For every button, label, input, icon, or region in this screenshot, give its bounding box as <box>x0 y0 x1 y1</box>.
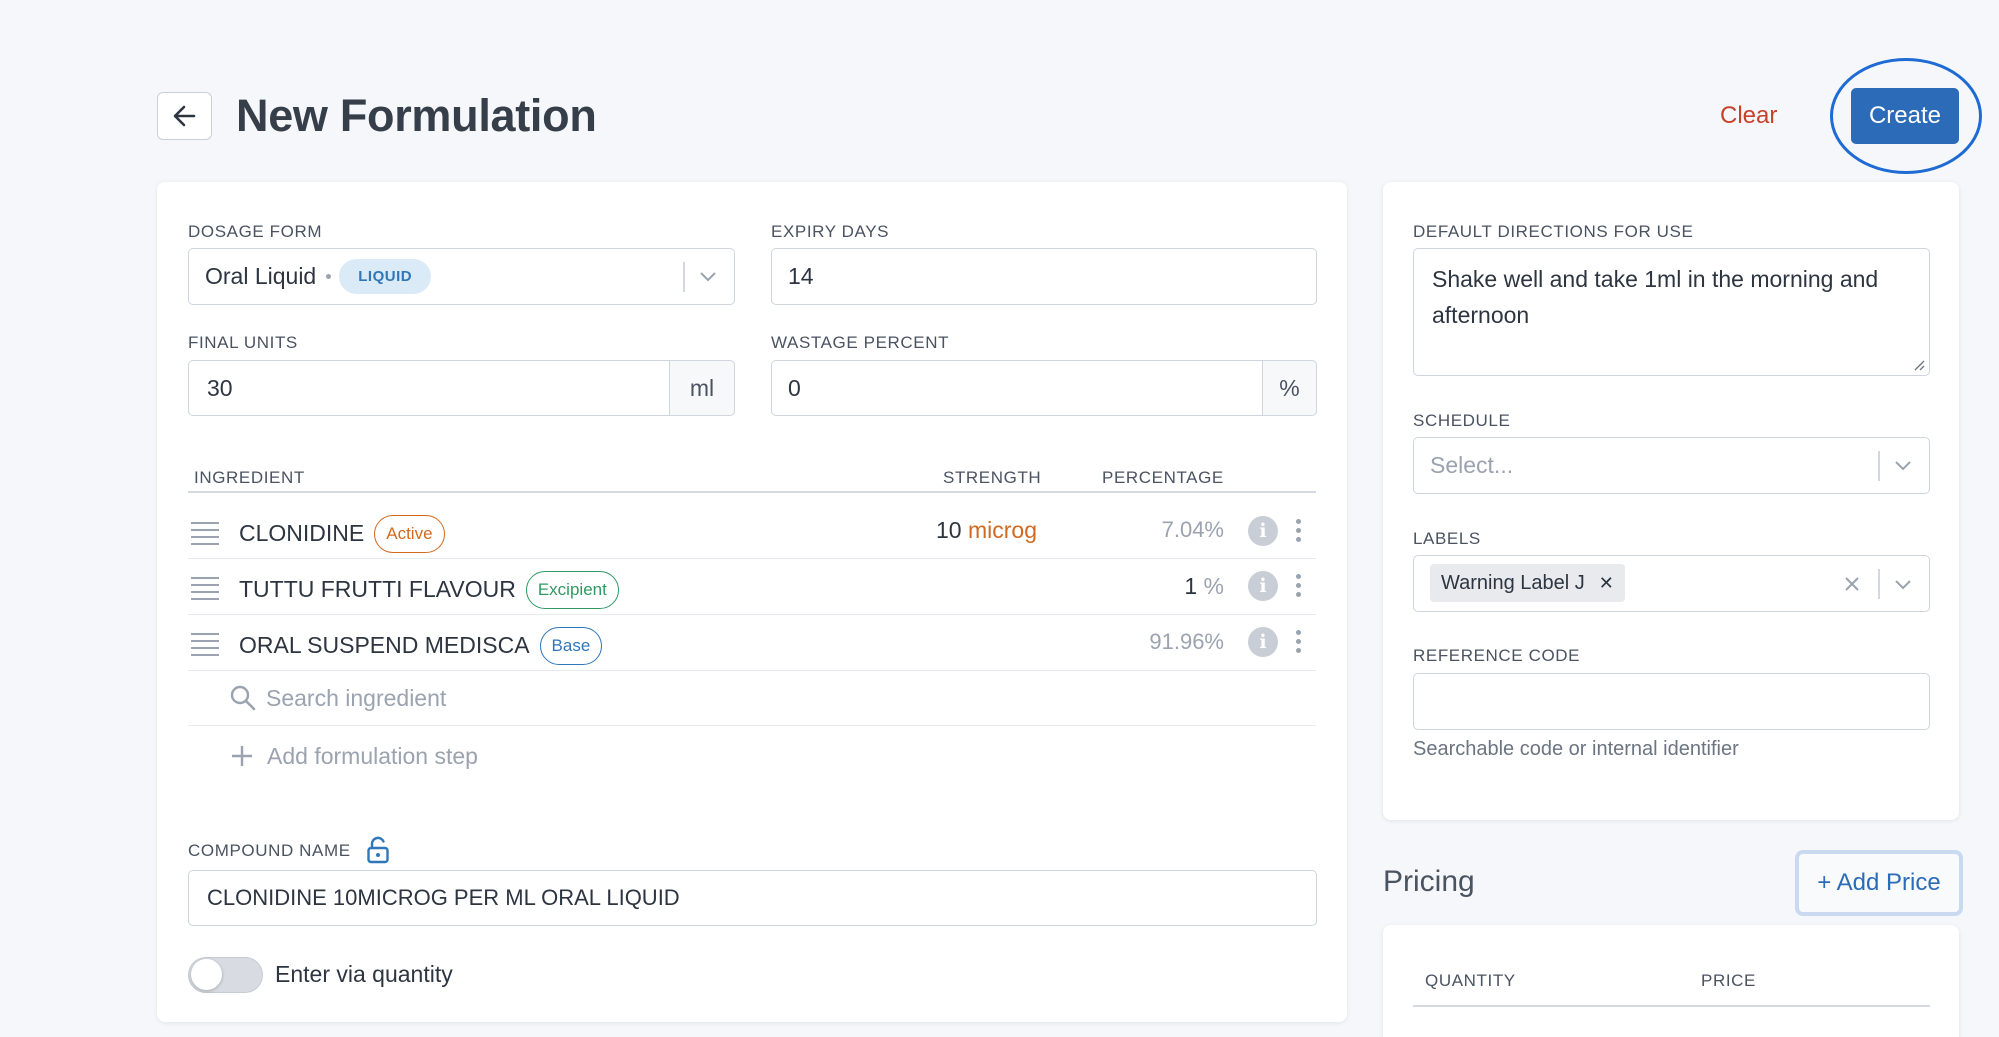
ingredient-name: TUTTU FRUTTI FLAVOUR <box>239 576 516 602</box>
ingredient-strength[interactable]: 1 % <box>1184 571 1224 601</box>
dosage-form-value: Oral Liquid <box>205 263 317 289</box>
base-tag: Base <box>539 627 603 665</box>
active-tag: Active <box>374 515 445 553</box>
strength-unit: microg <box>967 517 1037 543</box>
reference-code-input[interactable] <box>1413 673 1930 730</box>
select-divider <box>1878 569 1880 599</box>
expiry-days-label: EXPIRY DAYS <box>771 222 890 241</box>
chip-label: Warning Label J <box>1441 571 1585 594</box>
row-divider <box>188 614 1316 615</box>
more-options-icon[interactable] <box>1296 574 1302 601</box>
row-divider <box>188 670 1316 671</box>
search-ingredient-input[interactable]: Search ingredient <box>266 683 446 713</box>
clear-icon[interactable] <box>1843 575 1861 593</box>
info-icon[interactable]: i <box>1248 627 1278 657</box>
pricing-title: Pricing <box>1383 865 1475 898</box>
select-divider <box>683 262 685 292</box>
select-divider <box>1878 451 1880 481</box>
final-units-unit: ml <box>669 360 735 416</box>
strength-unit: % <box>1203 573 1224 599</box>
page-title: New Formulation <box>236 90 597 141</box>
ingredient-name: CLONIDINE <box>239 520 365 546</box>
chevron-down-icon[interactable] <box>1893 458 1913 472</box>
search-icon <box>230 685 256 711</box>
final-units-label: FINAL UNITS <box>188 333 298 352</box>
arrow-left-icon <box>173 105 195 127</box>
chevron-down-icon[interactable] <box>1893 577 1913 591</box>
ingredient-column-header: INGREDIENT <box>194 468 305 487</box>
create-button[interactable]: Create <box>1851 88 1959 144</box>
wastage-percent-label: WASTAGE PERCENT <box>771 333 950 352</box>
chip-remove-icon[interactable]: ✕ <box>1599 573 1614 594</box>
ingredient-percentage: 91.96% <box>1149 629 1224 654</box>
wastage-percent-unit: % <box>1262 360 1317 416</box>
row-divider <box>188 558 1316 559</box>
table-row[interactable]: ORAL SUSPEND MEDISCA Base <box>239 627 603 665</box>
quantity-column-header: QUANTITY <box>1425 971 1516 990</box>
toggle-knob <box>191 959 222 990</box>
info-icon[interactable]: i <box>1248 516 1278 546</box>
dosage-form-select[interactable]: Oral Liquid LIQUID <box>188 248 735 305</box>
drag-handle-icon[interactable] <box>191 522 219 550</box>
more-options-icon[interactable] <box>1296 519 1302 546</box>
directions-textarea[interactable]: Shake well and take 1ml in the morning a… <box>1413 248 1930 376</box>
ingredient-percentage: 7.04% <box>1161 517 1224 542</box>
price-column-header: PRICE <box>1701 971 1756 990</box>
dosage-form-label: DOSAGE FORM <box>188 222 323 241</box>
separator-dot <box>326 274 332 279</box>
pricing-header-divider <box>1413 1005 1930 1007</box>
strength-column-header: STRENGTH <box>943 468 1042 487</box>
table-row[interactable]: TUTTU FRUTTI FLAVOUR Excipient <box>239 571 619 609</box>
reference-code-label: REFERENCE CODE <box>1413 646 1581 665</box>
resize-handle-icon[interactable] <box>1913 359 1925 371</box>
schedule-select[interactable]: Select... <box>1413 437 1930 494</box>
drag-handle-icon[interactable] <box>191 577 219 605</box>
clear-button[interactable]: Clear <box>1720 98 1777 134</box>
drag-handle-icon[interactable] <box>191 633 219 661</box>
final-units-input[interactable]: 30 <box>188 360 671 416</box>
info-icon[interactable]: i <box>1248 571 1278 601</box>
toggle-label: Enter via quantity <box>275 961 453 987</box>
add-formulation-step-button[interactable]: Add formulation step <box>267 741 478 771</box>
lock-open-icon[interactable] <box>366 836 390 864</box>
table-row[interactable]: CLONIDINE Active <box>239 515 445 553</box>
wastage-percent-input[interactable]: 0 <box>771 360 1264 416</box>
compound-name-input[interactable]: CLONIDINE 10MICROG PER ML ORAL LIQUID <box>188 870 1317 926</box>
chevron-down-icon[interactable] <box>698 269 718 283</box>
liquid-badge: LIQUID <box>339 259 432 294</box>
expiry-days-input[interactable]: 14 <box>771 248 1317 305</box>
directions-text: Shake well and take 1ml in the morning a… <box>1432 266 1879 328</box>
add-price-button[interactable]: + Add Price <box>1795 850 1963 916</box>
table-header-divider <box>188 491 1316 493</box>
row-divider <box>188 725 1316 726</box>
strength-value: 1 <box>1184 573 1198 599</box>
schedule-label: SCHEDULE <box>1413 411 1511 430</box>
more-options-icon[interactable] <box>1296 630 1302 657</box>
warning-label-chip: Warning Label J ✕ <box>1430 564 1625 602</box>
strength-value: 10 <box>936 517 962 543</box>
excipient-tag: Excipient <box>525 571 619 609</box>
percentage-column-header: PERCENTAGE <box>1102 468 1224 487</box>
reference-code-helper: Searchable code or internal identifier <box>1413 738 1739 760</box>
labels-label: LABELS <box>1413 529 1481 548</box>
plus-icon <box>232 746 252 766</box>
ingredient-strength[interactable]: 10 microg <box>936 515 1037 545</box>
directions-label: DEFAULT DIRECTIONS FOR USE <box>1413 222 1694 241</box>
enter-via-quantity-toggle[interactable] <box>188 957 263 993</box>
compound-name-label: COMPOUND NAME <box>188 841 351 860</box>
back-button[interactable] <box>157 92 212 140</box>
ingredient-name: ORAL SUSPEND MEDISCA <box>239 632 530 658</box>
